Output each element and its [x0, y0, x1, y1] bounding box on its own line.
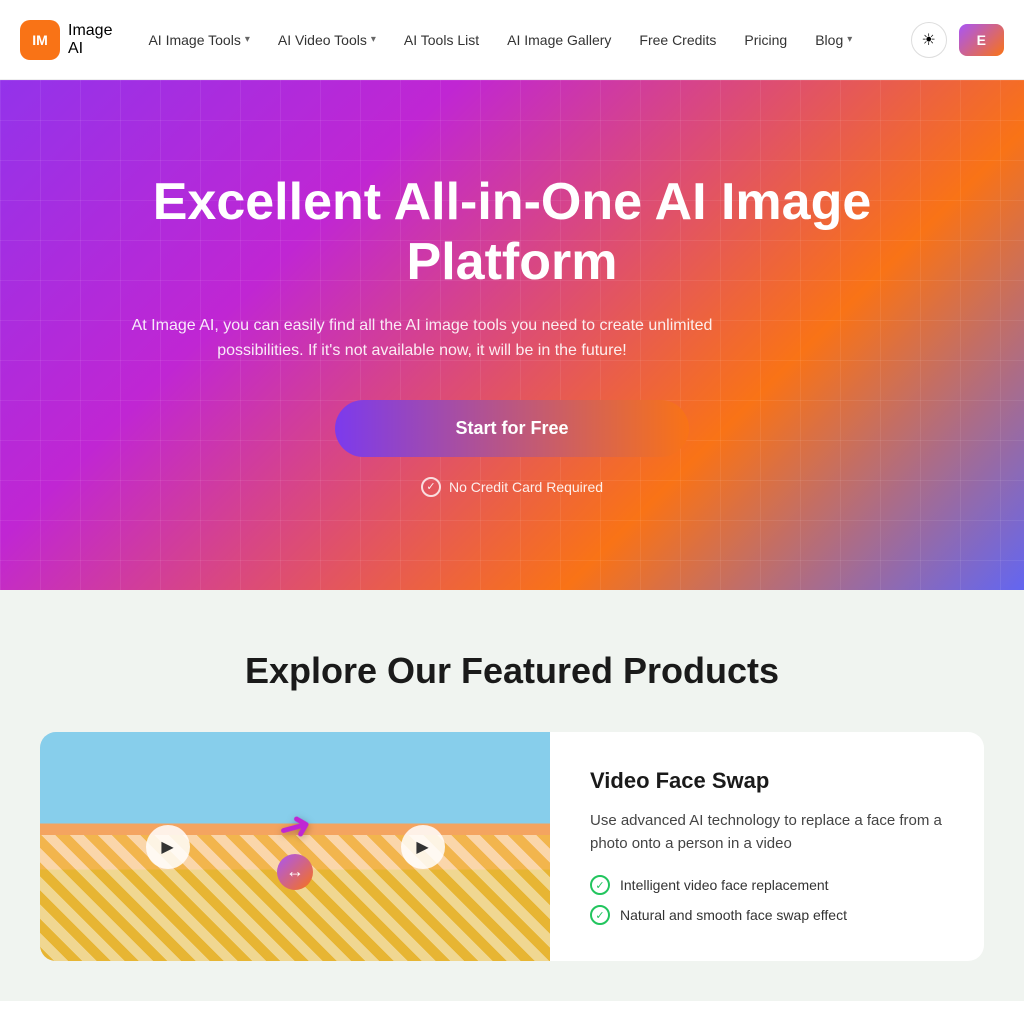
play-button-left[interactable]: ▶	[146, 825, 190, 869]
chevron-down-icon: ▾	[245, 34, 250, 45]
nav-item-ai-tools-list[interactable]: AI Tools List	[392, 24, 491, 56]
logo-text: Image AI	[68, 22, 112, 57]
chevron-down-icon: ▾	[371, 34, 376, 45]
feature-item-1: ✓ Intelligent video face replacement	[590, 875, 944, 895]
signin-button[interactable]: E	[959, 24, 1004, 56]
feature-check-icon-1: ✓	[590, 875, 610, 895]
navbar: IM Image AI AI Image Tools ▾ AI Video To…	[0, 0, 1024, 80]
no-credit-label: ✓ No Credit Card Required	[112, 477, 912, 497]
product-info: Video Face Swap Use advanced AI technolo…	[550, 732, 984, 961]
beach-scene: ▶ ➜ ↔ ▶	[40, 732, 550, 961]
nav-item-ai-image-gallery[interactable]: AI Image Gallery	[495, 24, 623, 56]
product-description: Use advanced AI technology to replace a …	[590, 810, 944, 855]
chevron-down-icon: ▾	[847, 34, 852, 45]
nav-item-blog[interactable]: Blog ▾	[803, 24, 864, 56]
logo-text-top: Image	[68, 22, 112, 40]
nav-item-free-credits[interactable]: Free Credits	[627, 24, 728, 56]
nav-item-ai-image-tools[interactable]: AI Image Tools ▾	[136, 24, 261, 56]
nav-item-pricing[interactable]: Pricing	[732, 24, 799, 56]
feature-item-2: ✓ Natural and smooth face swap effect	[590, 905, 944, 925]
hero-section: Excellent All-in-One AI Image Platform A…	[0, 80, 1024, 590]
feature-list: ✓ Intelligent video face replacement ✓ N…	[590, 875, 944, 925]
swap-icon: ↔	[277, 854, 313, 890]
hero-subtitle: At Image AI, you can easily find all the…	[112, 313, 732, 364]
theme-toggle-button[interactable]: ☀	[911, 22, 947, 58]
nav-right: ☀ E	[911, 22, 1004, 58]
featured-title: Explore Our Featured Products	[40, 650, 984, 692]
hero-title: Excellent All-in-One AI Image Platform	[112, 173, 912, 293]
nav-links: AI Image Tools ▾ AI Video Tools ▾ AI Too…	[136, 24, 902, 56]
logo[interactable]: IM Image AI	[20, 20, 112, 60]
feature-check-icon-2: ✓	[590, 905, 610, 925]
featured-section: Explore Our Featured Products ▶ ➜ ↔ ▶ Vi…	[0, 590, 1024, 1001]
sun-icon: ☀	[921, 30, 935, 50]
nav-item-ai-video-tools[interactable]: AI Video Tools ▾	[266, 24, 388, 56]
logo-text-bottom: AI	[68, 40, 112, 58]
start-for-free-button[interactable]: Start for Free	[335, 400, 688, 457]
product-media: ▶ ➜ ↔ ▶	[40, 732, 550, 961]
product-name: Video Face Swap	[590, 768, 944, 794]
arrow-icon: ➜	[272, 800, 319, 854]
product-card-video-face-swap: ▶ ➜ ↔ ▶ Video Face Swap Use advanced AI …	[40, 732, 984, 961]
play-button-right[interactable]: ▶	[401, 825, 445, 869]
check-icon: ✓	[421, 477, 441, 497]
swap-arrow: ➜ ↔	[277, 804, 313, 890]
logo-icon: IM	[20, 20, 60, 60]
hero-content: Excellent All-in-One AI Image Platform A…	[112, 173, 912, 497]
